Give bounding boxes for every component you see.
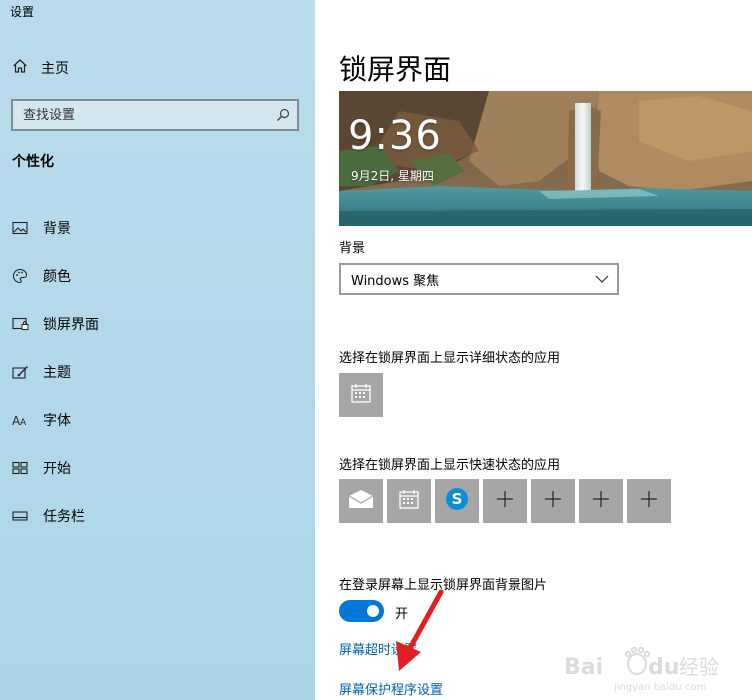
detailed-status-app-calendar[interactable] bbox=[339, 373, 383, 417]
add-icon bbox=[592, 490, 610, 512]
window-title: 设置 bbox=[10, 5, 35, 19]
chevron-down-icon bbox=[595, 272, 609, 287]
sidebar-item-themes[interactable]: 主题 bbox=[0, 348, 315, 396]
search-icon[interactable] bbox=[275, 107, 291, 123]
quick-status-label: 选择在锁屏界面上显示快速状态的应用 bbox=[339, 458, 561, 473]
sidebar: 设置 主页 个性化 背景 颜色 锁屏界面 bbox=[0, 0, 315, 700]
background-dropdown[interactable]: Windows 聚焦 bbox=[339, 263, 619, 295]
search-input[interactable] bbox=[23, 107, 275, 123]
start-icon bbox=[11, 459, 29, 477]
detailed-status-label: 选择在锁屏界面上显示详细状态的应用 bbox=[339, 351, 561, 366]
signin-bg-label: 在登录屏幕上显示锁屏界面背景图片 bbox=[339, 578, 548, 593]
sidebar-item-label: 主题 bbox=[43, 365, 71, 381]
sidebar-item-label: 任务栏 bbox=[43, 509, 85, 525]
image-icon bbox=[11, 219, 29, 237]
sidebar-item-label: 锁屏界面 bbox=[43, 317, 99, 333]
quick-status-app-mail[interactable] bbox=[339, 479, 383, 523]
sidebar-item-fonts[interactable]: AA 字体 bbox=[0, 396, 315, 444]
add-icon bbox=[496, 490, 514, 512]
sidebar-item-label: 开始 bbox=[43, 461, 71, 477]
detailed-status-apps bbox=[339, 373, 383, 417]
nav-home[interactable]: 主页 bbox=[12, 57, 292, 79]
section-heading: 个性化 bbox=[12, 154, 54, 170]
lockscreen-icon bbox=[11, 315, 29, 333]
quick-status-add-slot[interactable] bbox=[627, 479, 671, 523]
sidebar-item-lockscreen[interactable]: 锁屏界面 bbox=[0, 300, 315, 348]
font-icon: AA bbox=[11, 411, 29, 429]
nav-list: 背景 颜色 锁屏界面 主题 AA 字体 开始 任务栏 bbox=[0, 204, 315, 540]
add-icon bbox=[640, 490, 658, 512]
sidebar-item-taskbar[interactable]: 任务栏 bbox=[0, 492, 315, 540]
search-box[interactable] bbox=[11, 99, 299, 131]
calendar-icon bbox=[398, 488, 420, 514]
background-label: 背景 bbox=[339, 241, 366, 256]
screensaver-settings-link[interactable]: 屏幕保护程序设置 bbox=[339, 679, 443, 698]
quick-status-add-slot[interactable] bbox=[483, 479, 527, 523]
page-title: 锁屏界面 bbox=[339, 53, 452, 86]
mail-icon bbox=[348, 489, 374, 513]
sidebar-item-colors[interactable]: 颜色 bbox=[0, 252, 315, 300]
palette-icon bbox=[11, 267, 29, 285]
sidebar-item-background[interactable]: 背景 bbox=[0, 204, 315, 252]
background-dropdown-value: Windows 聚焦 bbox=[351, 273, 440, 289]
theme-icon bbox=[11, 363, 29, 381]
sidebar-item-label: 颜色 bbox=[43, 269, 71, 285]
signin-bg-toggle[interactable] bbox=[339, 600, 384, 622]
preview-date: 9月2日, 星期四 bbox=[351, 169, 434, 183]
calendar-icon bbox=[350, 382, 372, 408]
svg-text:S: S bbox=[452, 490, 463, 508]
svg-text:A: A bbox=[20, 418, 27, 427]
nav-home-label: 主页 bbox=[41, 61, 69, 77]
skype-icon: S bbox=[445, 487, 469, 515]
quick-status-apps: S bbox=[339, 479, 671, 523]
quick-status-add-slot[interactable] bbox=[531, 479, 575, 523]
sidebar-item-label: 字体 bbox=[43, 413, 71, 429]
quick-status-add-slot[interactable] bbox=[579, 479, 623, 523]
toggle-knob bbox=[367, 605, 379, 617]
lockscreen-preview: 9:36 9月2日, 星期四 bbox=[339, 91, 752, 226]
quick-status-app-skype[interactable]: S bbox=[435, 479, 479, 523]
taskbar-icon bbox=[11, 507, 29, 525]
sidebar-item-start[interactable]: 开始 bbox=[0, 444, 315, 492]
main-content: 锁屏界面 9:36 9月2日, 星期四 背景 Windows 聚焦 选择在锁屏界… bbox=[315, 0, 752, 700]
toggle-state-label: 开 bbox=[395, 607, 409, 622]
sidebar-item-label: 背景 bbox=[43, 221, 71, 237]
screen-timeout-link[interactable]: 屏幕超时设置 bbox=[339, 639, 417, 658]
preview-time: 9:36 bbox=[348, 113, 442, 159]
add-icon bbox=[544, 490, 562, 512]
home-icon bbox=[12, 58, 28, 78]
quick-status-app-calendar[interactable] bbox=[387, 479, 431, 523]
